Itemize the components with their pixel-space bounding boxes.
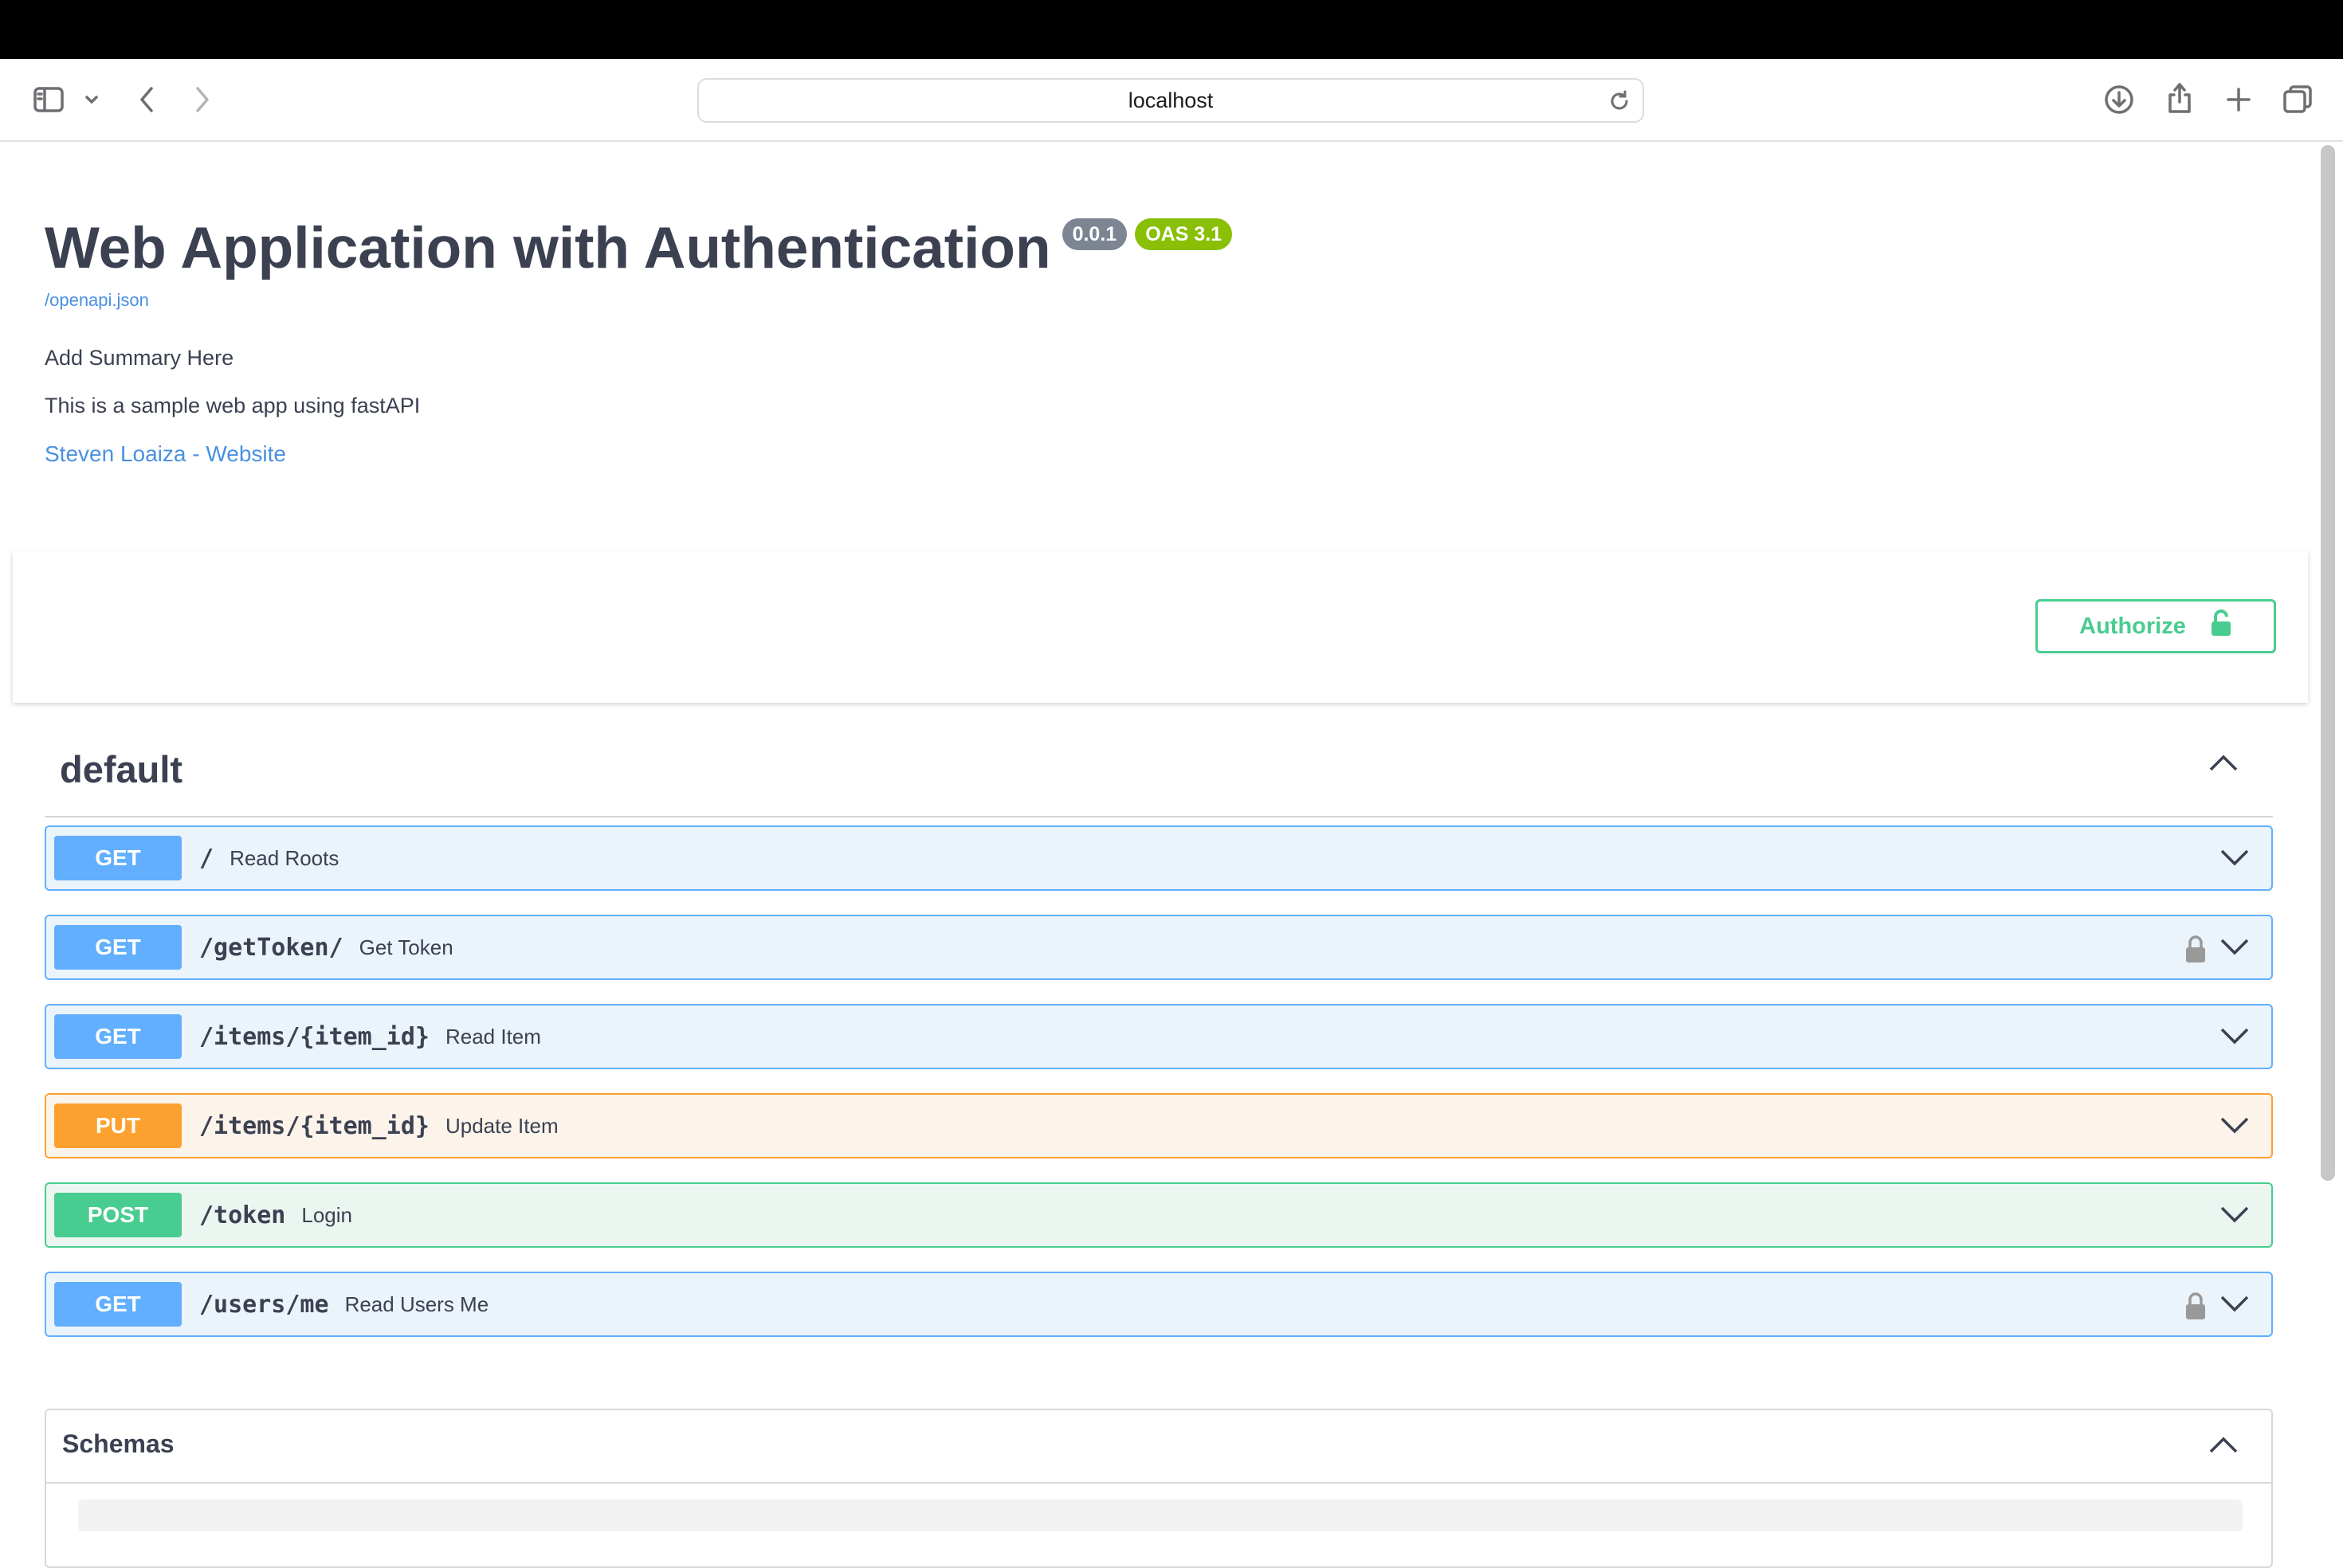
operation-post-token[interactable]: POST /token Login — [45, 1182, 2273, 1248]
method-badge: POST — [54, 1193, 182, 1237]
unlocked-icon — [2210, 609, 2232, 644]
page-title: Web Application with Authentication — [45, 216, 1051, 280]
method-badge: GET — [54, 836, 182, 880]
schemas-section: Schemas — [45, 1409, 2273, 1568]
authorize-button[interactable]: Authorize — [2035, 599, 2276, 653]
authorize-label: Authorize — [2079, 613, 2186, 639]
new-tab-icon[interactable] — [2220, 81, 2257, 118]
operation-path: /users/me — [199, 1290, 329, 1319]
method-badge: GET — [54, 925, 182, 970]
operation-summary: Login — [301, 1202, 352, 1227]
chevron-down-icon[interactable] — [2219, 1026, 2251, 1049]
address-bar[interactable]: localhost — [697, 78, 1644, 123]
sidebar-toggle-icon[interactable] — [30, 81, 67, 118]
back-icon[interactable] — [131, 81, 163, 118]
operation-path: /items/{item_id} — [199, 1022, 430, 1051]
address-text: localhost — [1128, 88, 1214, 112]
method-badge: GET — [54, 1282, 182, 1327]
chevron-down-icon[interactable] — [2219, 937, 2251, 960]
chevron-down-icon[interactable] — [2219, 1205, 2251, 1228]
oas-badge: OAS 3.1 — [1135, 218, 1233, 250]
method-badge: GET — [54, 1014, 182, 1059]
operation-path: /getToken/ — [199, 933, 343, 962]
operation-summary: Update Item — [445, 1113, 559, 1138]
operation-get-gettoken[interactable]: GET /getToken/ Get Token — [45, 915, 2273, 980]
operation-path: / — [199, 844, 214, 872]
schema-model-container — [78, 1499, 2243, 1531]
operation-get-root[interactable]: GET / Read Roots — [45, 825, 2273, 891]
share-icon[interactable] — [2161, 78, 2198, 118]
method-badge: PUT — [54, 1103, 182, 1148]
operation-path: /items/{item_id} — [199, 1111, 430, 1140]
operation-get-item[interactable]: GET /items/{item_id} Read Item — [45, 1004, 2273, 1069]
tag-name: default — [60, 748, 183, 790]
swagger-page: Web Application with Authentication 0.0.… — [0, 142, 2343, 1568]
chevron-up-icon[interactable] — [2208, 1436, 2239, 1459]
operation-summary: Get Token — [359, 935, 453, 959]
download-icon[interactable] — [2101, 81, 2137, 118]
version-badge: 0.0.1 — [1062, 218, 1128, 250]
window-title-bar — [0, 0, 2343, 59]
openapi-spec-link[interactable]: /openapi.json — [45, 290, 149, 311]
contact-link[interactable]: Steven Loaiza - Website — [45, 441, 286, 467]
scheme-container: Authorize — [13, 551, 2308, 703]
operation-summary: Read Item — [445, 1024, 541, 1049]
operation-put-item[interactable]: PUT /items/{item_id} Update Item — [45, 1093, 2273, 1158]
schemas-header[interactable]: Schemas — [46, 1410, 2271, 1484]
schemas-title: Schemas — [62, 1429, 175, 1458]
tag-section-default[interactable]: default — [45, 727, 2273, 817]
tab-overview-icon[interactable] — [2279, 81, 2316, 118]
lock-icon[interactable] — [2184, 934, 2208, 968]
operation-summary: Read Users Me — [344, 1292, 489, 1316]
operation-get-users-me[interactable]: GET /users/me Read Users Me — [45, 1272, 2273, 1337]
chevron-down-icon[interactable] — [80, 88, 104, 112]
operation-summary: Read Roots — [230, 845, 339, 870]
info-header: Web Application with Authentication 0.0.… — [45, 216, 1233, 280]
operation-path: /token — [199, 1201, 286, 1229]
page-scrollbar[interactable] — [2321, 145, 2335, 1181]
chevron-down-icon[interactable] — [2219, 1115, 2251, 1139]
chevron-down-icon[interactable] — [2219, 848, 2251, 871]
lock-icon[interactable] — [2184, 1291, 2208, 1325]
reload-icon[interactable] — [1607, 89, 1631, 119]
forward-icon[interactable] — [186, 81, 218, 118]
api-summary: Add Summary Here — [45, 346, 234, 370]
api-description: This is a sample web app using fastAPI — [45, 394, 421, 417]
chevron-up-icon[interactable] — [2208, 754, 2239, 777]
chevron-down-icon[interactable] — [2219, 1294, 2251, 1317]
